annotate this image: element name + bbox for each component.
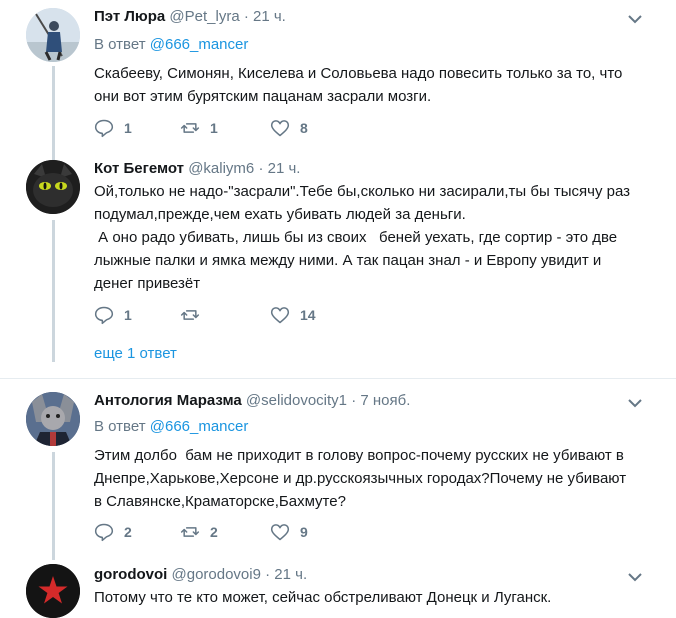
like-button[interactable]: 9 [270, 522, 308, 542]
tweet-text-line: Днепре,Харькове,Херсоне и др.русскоязычн… [94, 470, 627, 487]
heart-icon [270, 120, 290, 137]
tweet-text-line: в Славянске,Краматорске,Бахмуте? [94, 493, 346, 510]
chevron-down-icon[interactable] [626, 394, 644, 412]
avatar[interactable] [26, 8, 80, 62]
reply-count: 1 [124, 307, 132, 323]
tweet-text-line: денег привезёт [94, 275, 201, 292]
retweet-icon [180, 527, 200, 537]
heart-icon [270, 524, 290, 541]
like-button[interactable]: 14 [270, 305, 316, 325]
display-name[interactable]: Антология Маразма [94, 392, 242, 409]
chevron-down-icon[interactable] [626, 568, 644, 586]
tweet-text-line: они вот этим бурятским пацанам засрали м… [94, 88, 432, 105]
avatar[interactable] [26, 392, 80, 446]
timestamp[interactable]: · 21 ч. [244, 8, 286, 25]
display-name[interactable]: gorodovoi [94, 566, 167, 583]
avatar-image [26, 160, 80, 214]
reply-icon [94, 306, 114, 325]
tweet-text-line: Потому что те кто может, сейчас обстрели… [94, 589, 552, 606]
tweet-text: Потому что те кто может, сейчас обстрели… [94, 586, 664, 609]
tweet-4[interactable]: gorodovoi @gorodovoi9 · 21 ч. Потому что… [0, 560, 676, 618]
tweet-header: gorodovoi @gorodovoi9 · 21 ч. [94, 566, 307, 583]
reply-button[interactable]: 1 [94, 305, 132, 325]
reply-to-label: В ответ @666_mancer [94, 418, 248, 435]
reply-count: 2 [124, 524, 132, 540]
tweet-text: Ой,только не надо-"засрали".Тебе бы,скол… [94, 180, 664, 295]
reply-mention-link[interactable]: @666_mancer [150, 36, 249, 53]
retweet-icon [180, 310, 200, 320]
tweet-text-line: Этим долбо бам не приходит в голову вопр… [94, 447, 624, 464]
timestamp[interactable]: · 21 ч. [258, 160, 300, 177]
display-name[interactable]: Кот Бегемот [94, 160, 184, 177]
tweet-header: Кот Бегемот @kaliym6 · 21 ч. [94, 160, 300, 177]
more-replies-link[interactable]: еще 1 ответ [94, 345, 177, 362]
user-handle[interactable]: @gorodovoi9 [172, 566, 261, 583]
tweet-text-line: подумал,прежде,чем ехать убивать людей з… [94, 206, 466, 223]
timestamp[interactable]: · 7 нояб. [351, 392, 410, 409]
like-count: 14 [300, 307, 316, 323]
thread-line [52, 220, 55, 362]
avatar[interactable] [26, 564, 80, 618]
thread-line [52, 452, 55, 560]
tweet-text-line: Ой,только не надо-"засрали".Тебе бы,скол… [94, 183, 631, 200]
tweet-text-line: лыжные палки и ямка между ними. А так па… [94, 252, 602, 269]
tweet-text-line: Скабееву, Симонян, Киселева и Соловьева … [94, 65, 623, 82]
retweet-button[interactable]: 1 [180, 118, 218, 138]
avatar[interactable] [26, 160, 80, 214]
thread-line [52, 66, 55, 160]
reply-mention-link[interactable]: @666_mancer [150, 418, 249, 435]
retweet-icon [180, 123, 200, 133]
reply-count: 1 [124, 120, 132, 136]
reply-icon [94, 119, 114, 138]
tweet-text: Этим долбо бам не приходит в голову вопр… [94, 444, 664, 513]
user-handle[interactable]: @selidovocity1 [246, 392, 347, 409]
reply-icon [94, 523, 114, 542]
retweet-count: 1 [210, 120, 218, 136]
chevron-down-icon[interactable] [626, 10, 644, 28]
tweet-header: Пэт Люра @Pet_lyra · 21 ч. [94, 8, 286, 25]
tweet-text-line: А оно радо убивать, лишь бы из своих бен… [94, 229, 618, 246]
reply-button[interactable]: 2 [94, 522, 132, 542]
display-name[interactable]: Пэт Люра [94, 8, 165, 25]
avatar-image [26, 564, 80, 618]
avatar-image [26, 392, 80, 446]
tweet-text: Скабееву, Симонян, Киселева и Соловьева … [94, 62, 664, 108]
like-count: 9 [300, 524, 308, 540]
timestamp[interactable]: · 21 ч. [265, 566, 307, 583]
heart-icon [270, 307, 290, 324]
retweet-button[interactable] [180, 305, 210, 325]
reply-to-prefix: В ответ [94, 418, 146, 435]
user-handle[interactable]: @kaliym6 [188, 160, 254, 177]
retweet-button[interactable]: 2 [180, 522, 218, 542]
avatar-image [26, 8, 80, 62]
retweet-count: 2 [210, 524, 218, 540]
reply-to-prefix: В ответ [94, 36, 146, 53]
tweet-header: Антология Маразма @selidovocity1 · 7 ноя… [94, 392, 410, 409]
tweet-3[interactable]: Антология Маразма @selidovocity1 · 7 ноя… [0, 378, 676, 560]
tweet-1[interactable]: Пэт Люра @Pet_lyra · 21 ч. В ответ @666_… [0, 0, 676, 160]
reply-button[interactable]: 1 [94, 118, 132, 138]
like-count: 8 [300, 120, 308, 136]
tweet-2[interactable]: Кот Бегемот @kaliym6 · 21 ч. Ой,только н… [0, 160, 676, 378]
reply-to-label: В ответ @666_mancer [94, 36, 248, 53]
like-button[interactable]: 8 [270, 118, 308, 138]
user-handle[interactable]: @Pet_lyra [169, 8, 239, 25]
